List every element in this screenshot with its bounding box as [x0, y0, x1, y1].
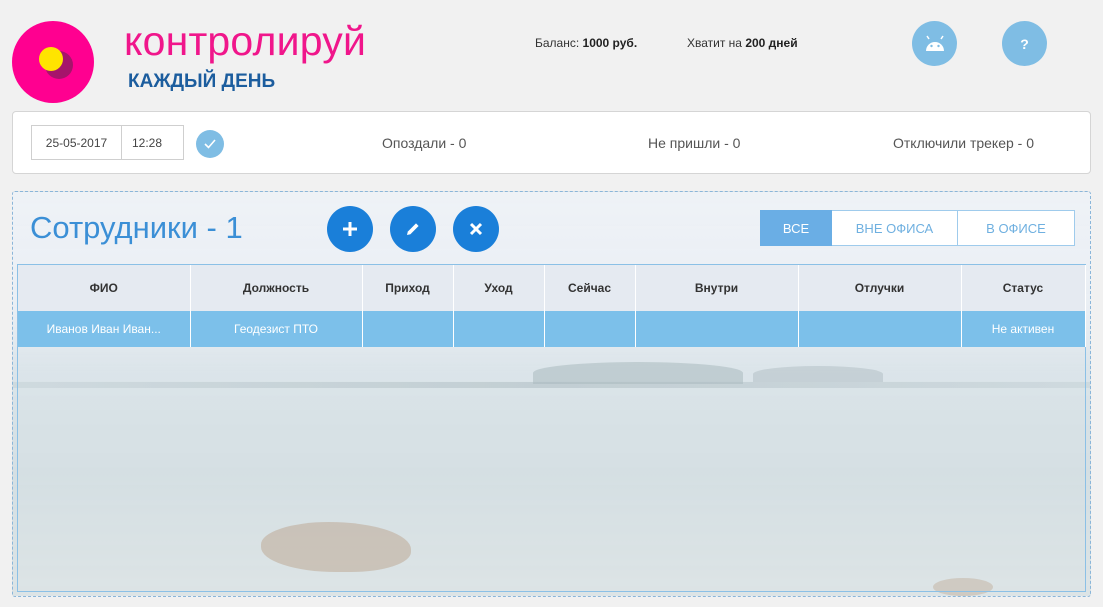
column-header[interactable]: Приход [362, 265, 454, 311]
column-header[interactable]: Отлучки [798, 265, 962, 311]
status-bar: 25-05-2017 12:28 Опоздали - 0 Не пришли … [12, 111, 1091, 174]
edit-employee-button[interactable] [390, 206, 436, 252]
check-icon [204, 139, 216, 149]
employees-title: Сотрудники - 1 [30, 210, 243, 245]
add-employee-button[interactable] [327, 206, 373, 252]
plus-icon [343, 222, 357, 236]
filter-all-tab[interactable]: ВСЕ [760, 210, 832, 246]
brand-title: контролируй [124, 18, 367, 64]
help-icon: ? [1020, 35, 1029, 52]
cell-inside [635, 311, 799, 347]
cell-name: Иванов Иван Иван... [18, 311, 191, 347]
balance-info: Баланс: 1000 руб. [535, 36, 637, 50]
cell-now [544, 311, 636, 347]
date-field[interactable]: 25-05-2017 [31, 125, 122, 160]
tracker-off-count: Отключили трекер - 0 [893, 135, 1035, 151]
cell-arrival [362, 311, 454, 347]
brand-subtitle: КАЖДЫЙ ДЕНЬ [128, 71, 276, 92]
days-remaining-info: Хватит на 200 дней [687, 36, 798, 50]
days-remaining-value: 200 дней [745, 36, 798, 50]
column-header[interactable]: Статус [961, 265, 1086, 311]
column-header[interactable]: ФИО [18, 265, 191, 311]
logo-yellow-dot [39, 47, 63, 71]
logo [12, 21, 94, 103]
column-header[interactable]: Должность [190, 265, 363, 311]
absent-count: Не пришли - 0 [648, 135, 741, 151]
column-header[interactable]: Внутри [635, 265, 799, 311]
cell-absences [798, 311, 962, 347]
cell-status: Не активен [961, 311, 1086, 347]
android-icon [925, 35, 944, 51]
cell-position: Геодезист ПТО [190, 311, 363, 347]
filter-in-office-tab[interactable]: В ОФИСЕ [958, 210, 1075, 246]
column-header[interactable]: Сейчас [544, 265, 636, 311]
cell-departure [453, 311, 545, 347]
balance-label: Баланс: [535, 36, 580, 50]
column-header[interactable]: Уход [453, 265, 545, 311]
filter-out-of-office-tab[interactable]: ВНЕ ОФИСА [832, 210, 958, 246]
balance-value: 1000 руб. [582, 36, 638, 50]
apply-datetime-button[interactable] [196, 130, 224, 158]
help-button[interactable]: ? [1002, 21, 1047, 66]
employees-table: ФИО Должность Приход Уход Сейчас Внутри … [17, 264, 1086, 592]
employees-panel: Сотрудники - 1 ВСЕ ВНЕ ОФИСА В ОФИСЕ ФИО… [12, 191, 1091, 597]
android-app-button[interactable] [912, 21, 957, 66]
location-filter: ВСЕ ВНЕ ОФИСА В ОФИСЕ [760, 210, 1075, 246]
close-icon [469, 222, 483, 236]
pencil-icon [407, 223, 419, 235]
table-header-row: ФИО Должность Приход Уход Сейчас Внутри … [18, 265, 1086, 311]
late-count: Опоздали - 0 [382, 135, 467, 151]
time-field[interactable]: 12:28 [121, 125, 184, 160]
days-remaining-label: Хватит на [687, 36, 742, 50]
delete-employee-button[interactable] [453, 206, 499, 252]
table-row[interactable]: Иванов Иван Иван... Геодезист ПТО Не акт… [18, 311, 1086, 347]
